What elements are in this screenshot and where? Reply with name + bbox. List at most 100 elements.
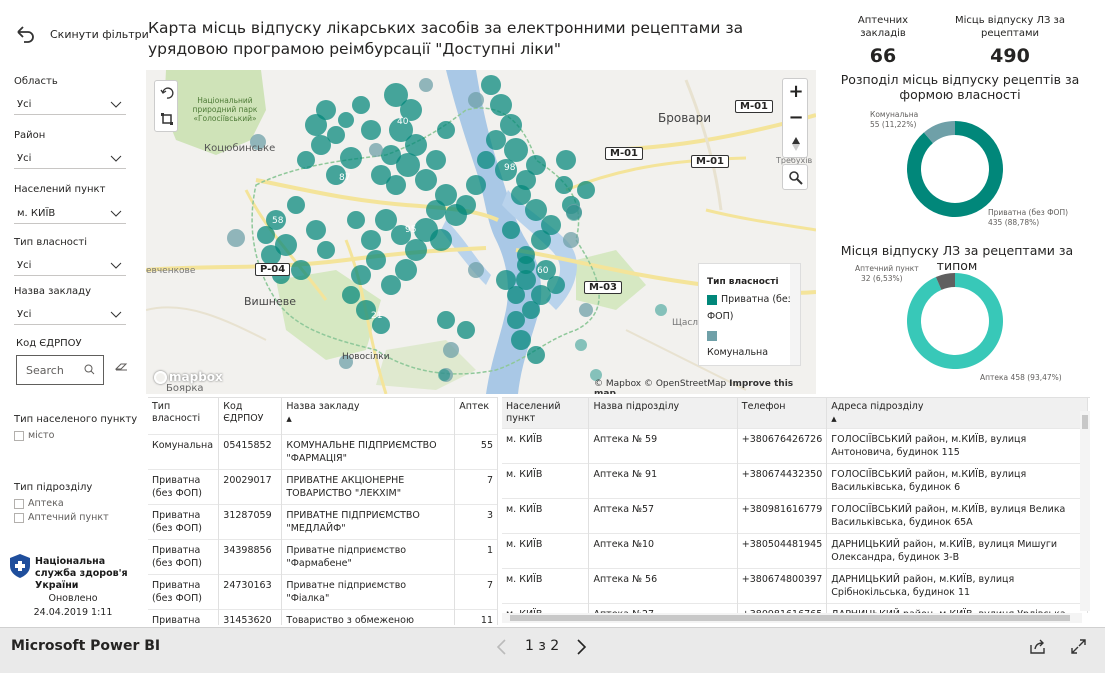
lasso-select-icon[interactable]	[160, 112, 174, 126]
slice-name: Аптека	[980, 373, 1009, 382]
checkbox-apteka[interactable]: Аптека	[14, 498, 64, 509]
checkbox-label: місто	[28, 430, 55, 441]
map-attribution[interactable]: © Mapbox © OpenStreetMap Improve this ma…	[594, 379, 816, 394]
table-cell: Аптека №10	[588, 533, 738, 569]
scroll-thumb[interactable]	[1082, 415, 1088, 429]
road-shield: M-01	[691, 155, 730, 168]
road-shield: M-01	[735, 100, 774, 113]
column-header[interactable]: Код ЄДРПОУ	[218, 398, 283, 434]
next-page-icon[interactable]	[575, 639, 587, 655]
scroll-thumb[interactable]	[510, 615, 1070, 621]
table-cell: Приватна (без ФОП)	[148, 503, 220, 539]
prev-page-icon[interactable]	[496, 639, 508, 655]
checkbox-aptechnyi-punkt[interactable]: Аптечний пункт	[14, 512, 109, 523]
table-row[interactable]: Приватна (без ФОП) 24730163 Приватне підпр…	[148, 573, 498, 609]
zoom-out-button[interactable]: −	[783, 106, 809, 132]
raion-dropdown[interactable]: Усі	[14, 149, 126, 169]
table-cell: Комунальна	[148, 433, 220, 469]
reset-filters-button[interactable]: Скинути фільтри	[50, 28, 149, 41]
cluster-label: 58	[272, 216, 284, 226]
column-header[interactable]: Населений пункт	[502, 398, 590, 429]
eraser-icon[interactable]	[115, 362, 128, 372]
table-cell: КОМУНАЛЬНЕ ПІДПРИЄМСТВО "ФАРМАЦІЯ"	[281, 433, 456, 469]
table-cell: +380981616765	[737, 603, 828, 613]
road-shield: M-03	[584, 281, 623, 294]
edrpou-search-input[interactable]: Search	[16, 355, 104, 385]
table-row[interactable]: м. КИЇВ Аптека № 59 +380676426726 ГОЛОСІЇВС…	[502, 428, 1088, 464]
table-row[interactable]: Приватна (без ФОП) 20029017 ПРИВАТНЕ АКЦІО…	[148, 468, 498, 504]
table-cell: +380674432350	[737, 463, 828, 499]
table-row[interactable]: м. КИЇВ Аптека № 91 +380674432350 ГОЛОСІЇВС…	[502, 463, 1088, 499]
slice-value: 55 (11,22%)	[870, 120, 917, 129]
cluster-label: 40	[397, 117, 409, 127]
share-icon[interactable]	[1029, 638, 1047, 655]
legend-scrollbar[interactable]	[790, 264, 800, 365]
checkbox-label: Аптечний пункт	[28, 512, 109, 523]
updated-label: Оновлено	[48, 593, 98, 604]
logo-text: Національна служба здоров'я України	[35, 556, 128, 591]
cluster-label: 60	[537, 266, 549, 276]
power-bi-brand[interactable]: Microsoft Power BI	[11, 638, 160, 654]
table-row[interactable]: Приватна (без ФОП) 31287059 ПРИВАТНЕ ПІДПР…	[148, 503, 498, 539]
cluster-label: 87	[339, 173, 351, 183]
table-row[interactable]: Приватна (без ФОП)31453620Товариство з о…	[148, 608, 498, 625]
ownership-dropdown[interactable]: Усі	[14, 256, 126, 276]
slice-name: Комунальна	[870, 110, 919, 119]
table-row[interactable]: м. КИЇВ Аптека №57 +380981616779 ГОЛОСІЇВСЬ…	[502, 498, 1088, 534]
table-cell: Приватна (без ФОП)	[148, 468, 220, 504]
slice-name: Аптечний пункт	[855, 264, 919, 273]
table-cell: Аптека № 59	[588, 428, 738, 464]
facilities-table: Тип власності Код ЄДРПОУ Назва закладу ▲ …	[148, 397, 498, 625]
column-header[interactable]: Назва підрозділу	[588, 398, 738, 429]
search-placeholder: Search	[26, 364, 64, 377]
legend-label: Комунальна	[707, 347, 769, 358]
map-search-button[interactable]	[782, 164, 808, 190]
table-cell: ДАРНИЦЬКИЙ район, м.КИЇВ, вулиця Мишуги …	[826, 533, 1088, 569]
compass-icon[interactable]	[791, 136, 801, 152]
donut-slice[interactable]	[907, 273, 1003, 369]
chart2-label-punkt: Аптечний пункт 32 (6,53%)	[855, 264, 935, 284]
table-cell: ГОЛОСІЇВСЬКИЙ район, м.КИЇВ, вулиця Васи…	[826, 463, 1088, 499]
legend-item-communal[interactable]: Комунальна	[707, 327, 800, 361]
table-cell: Приватне підприємство "Фармабене"	[281, 538, 456, 574]
back-arrow-icon[interactable]	[14, 24, 36, 44]
table2-vertical-scrollbar[interactable]	[1080, 411, 1090, 611]
table-cell: +380676426726	[737, 428, 828, 464]
table-cell: 31453620	[218, 608, 283, 625]
oblast-dropdown[interactable]: Усі	[14, 95, 126, 115]
checkbox-label: Аптека	[28, 498, 64, 509]
kpi-dispensing-points: Місць відпуску ЛЗ за рецептами 490	[950, 14, 1070, 67]
donut-slice[interactable]	[907, 121, 1003, 217]
reset-view-icon[interactable]	[160, 86, 174, 100]
facility-dropdown[interactable]: Усі	[14, 305, 126, 325]
table-row[interactable]: Приватна (без ФОП) 34398856 Приватне підпр…	[148, 538, 498, 574]
facility-value: Усі	[17, 309, 32, 320]
table-cell: ГОЛОСІЇВСЬКИЙ район, м.КИЇВ, вулиця Анто…	[826, 428, 1088, 464]
checkbox-misto[interactable]: місто	[14, 430, 54, 441]
chart2-label-apteka: Аптека 458 (93,47%)	[980, 373, 1090, 383]
table-cell: 34398856	[218, 538, 283, 574]
column-header[interactable]: Адреса підрозділу ▲	[826, 398, 1088, 429]
zoom-in-button[interactable]: +	[783, 79, 809, 105]
table2-horizontal-scrollbar[interactable]	[502, 613, 1082, 623]
column-header[interactable]: Назва закладу ▲	[281, 398, 456, 434]
table-row[interactable]: м. КИЇВ Аптека №10 +380504481945 ДАРНИЦЬКИЙ…	[502, 533, 1088, 569]
table-cell: +380981616779	[737, 498, 828, 534]
table-row[interactable]: Комунальна 05415852 КОМУНАЛЬНЕ ПІДПРИЄМСТВ…	[148, 433, 498, 469]
table-row[interactable]: м. КИЇВАптека.№27+380981616765ДАРНИЦЬКИЙ…	[502, 603, 1088, 613]
table-cell: м. КИЇВ	[502, 463, 590, 499]
oblast-label: Область	[14, 76, 58, 87]
table-cell: ДАРНИЦЬКИЙ район, м.КИЇВ, вулиця Срібнок…	[826, 568, 1088, 604]
legend-item-private[interactable]: Приватна (без ФОП)	[707, 291, 800, 325]
table-cell: Приватна (без ФОП)	[148, 538, 220, 574]
fullscreen-icon[interactable]	[1070, 638, 1087, 655]
raion-value: Усі	[17, 153, 32, 164]
magnifier-icon	[789, 171, 803, 185]
edrpou-label: Код ЄДРПОУ	[16, 338, 82, 349]
table-cell: м. КИЇВ	[502, 498, 590, 534]
column-header[interactable]: Тип власності	[148, 398, 220, 434]
settlement-dropdown[interactable]: м. КИЇВ	[14, 204, 126, 224]
table1-scrollbar[interactable]	[489, 397, 499, 625]
table-row[interactable]: м. КИЇВ Аптека № 56 +380674800397 ДАРНИЦЬКИ…	[502, 568, 1088, 604]
column-header[interactable]: Телефон	[737, 398, 828, 429]
